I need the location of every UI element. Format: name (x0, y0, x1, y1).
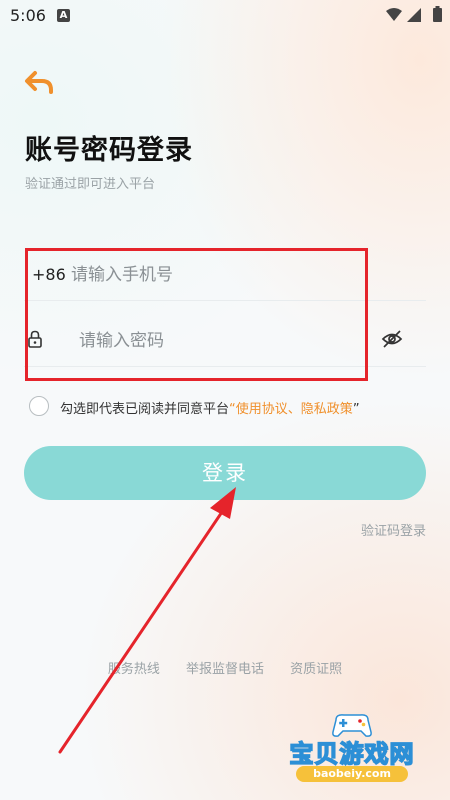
status-time: 5:06 (10, 6, 46, 25)
login-button[interactable]: 登录 (24, 446, 426, 500)
agreement-row: 勾选即代表已阅读并同意平台“使用协议、隐私政策” (28, 396, 428, 420)
agreement-label: 勾选即代表已阅读并同意平台 (60, 402, 230, 417)
privacy-link[interactable]: 隐私政策 (301, 402, 353, 417)
sms-login-link[interactable]: 验证码登录 (361, 520, 426, 539)
notification-icon: A (57, 9, 70, 22)
agreement-open-quote: “ (229, 402, 236, 417)
report-hotline-link[interactable]: 举报监督电话 (186, 662, 264, 677)
page-subtitle: 验证通过即可进入平台 (25, 177, 156, 192)
battery-icon (433, 6, 442, 22)
agreement-separator: 、 (287, 402, 301, 417)
back-arrow-icon[interactable] (24, 70, 54, 96)
service-hotline-link[interactable]: 服务热线 (108, 662, 160, 677)
terms-link[interactable]: 使用协议 (236, 402, 288, 417)
agreement-close-quote: ” (352, 402, 360, 417)
watermark-title: 宝贝游戏网 (289, 739, 415, 769)
password-input[interactable] (77, 324, 371, 358)
wifi-icon (386, 8, 402, 21)
eye-hidden-icon[interactable] (381, 328, 403, 350)
agreement-text: 勾选即代表已阅读并同意平台“使用协议、隐私政策” (60, 398, 360, 417)
qualification-link[interactable]: 资质证照 (290, 662, 342, 677)
watermark-url: baobeiy.com (296, 766, 408, 782)
agreement-checkbox[interactable] (29, 396, 49, 416)
phone-input[interactable] (69, 258, 373, 292)
phone-field-row: +86 (24, 250, 426, 301)
page-title: 账号密码登录 (25, 135, 193, 166)
watermark-logo: 宝贝游戏网 baobeiy.com (282, 712, 422, 782)
password-field-row (24, 316, 426, 367)
status-bar: 5:06 A (0, 0, 450, 32)
footer-links: 服务热线 举报监督电话 资质证照 (0, 658, 450, 677)
lock-icon (28, 330, 42, 348)
country-code[interactable]: +86 (32, 265, 66, 284)
signal-icon (407, 8, 421, 22)
